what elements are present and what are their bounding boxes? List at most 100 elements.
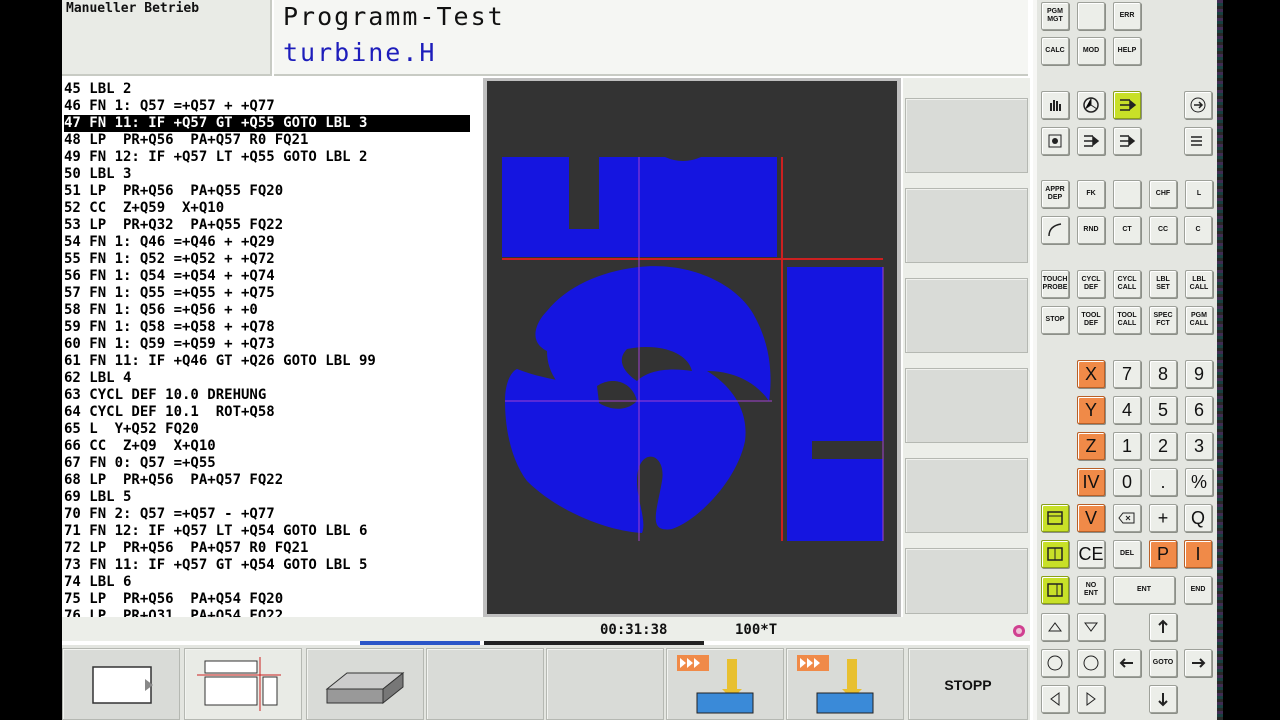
softkey-right-icon[interactable] <box>1077 685 1105 713</box>
program-line[interactable]: 72 LP PR+Q56 PA+Q57 R0 FQ21 <box>64 540 470 557</box>
digit-key[interactable]: 3 <box>1185 432 1213 460</box>
softkey-left-icon[interactable] <box>1041 685 1069 713</box>
digit-key[interactable]: 2 <box>1149 432 1177 460</box>
program-line[interactable]: 53 LP PR+Q32 PA+Q55 FQ22 <box>64 217 470 234</box>
arrow-up-icon[interactable] <box>1149 613 1177 641</box>
program-line[interactable]: 75 LP PR+Q56 PA+Q54 FQ20 <box>64 591 470 608</box>
key-top-1[interactable] <box>1077 2 1105 30</box>
program-line[interactable]: 52 CC Z+Q59 X+Q10 <box>64 200 470 217</box>
key-cycl2-1[interactable]: TOOL DEF <box>1077 306 1105 334</box>
program-line[interactable]: 61 FN 11: IF +Q46 GT +Q26 GOTO LBL 99 <box>64 353 470 370</box>
axis-key-z[interactable]: Z <box>1077 432 1105 460</box>
arrow-right-icon[interactable] <box>1184 649 1212 677</box>
program-line[interactable]: 54 FN 1: Q46 =+Q46 + +Q29 <box>64 234 470 251</box>
page-up-icon[interactable] <box>1041 613 1069 641</box>
program-line[interactable]: 67 FN 0: Q57 =+Q55 <box>64 455 470 472</box>
program-line[interactable]: 66 CC Z+Q9 X+Q10 <box>64 438 470 455</box>
digit-key[interactable]: 8 <box>1149 360 1177 388</box>
program-line[interactable]: 50 LBL 3 <box>64 166 470 183</box>
digit-key[interactable]: 9 <box>1185 360 1213 388</box>
i-key[interactable]: I <box>1184 540 1212 568</box>
key-path2-3[interactable]: C <box>1184 216 1212 244</box>
softkey-view-three-planes[interactable] <box>184 648 302 720</box>
key-cycl-4[interactable]: LBL CALL <box>1185 270 1213 298</box>
positioning-mdi-icon[interactable] <box>1113 91 1141 119</box>
key-cycl-2[interactable]: CYCL CALL <box>1113 270 1141 298</box>
no-ent-key[interactable]: NO ENT <box>1077 576 1105 604</box>
program-edit-icon[interactable] <box>1041 127 1069 155</box>
program-line[interactable]: 45 LBL 2 <box>64 81 470 98</box>
key-top2-1[interactable]: MOD <box>1077 37 1105 65</box>
plus-key[interactable]: + <box>1149 504 1177 532</box>
softkey-view-single[interactable] <box>62 648 180 720</box>
key-cycl2-3[interactable]: SPEC FCT <box>1149 306 1177 334</box>
program-listing[interactable]: 45 LBL 2 46 FN 1: Q57 =+Q57 + +Q77 47 FN 1… <box>62 78 480 638</box>
program-line[interactable]: 46 FN 1: Q57 =+Q57 + +Q77 <box>64 98 470 115</box>
key-cycl-1[interactable]: CYCL DEF <box>1077 270 1105 298</box>
test-run-icon[interactable] <box>1184 127 1212 155</box>
key-path-3[interactable]: CHF <box>1149 180 1177 208</box>
key-top2-2[interactable]: HELP <box>1113 37 1141 65</box>
split-screen-icon[interactable] <box>1041 540 1069 568</box>
softkey-run-single-block[interactable] <box>666 648 784 720</box>
program-line[interactable]: 58 FN 1: Q56 =+Q56 + +0 <box>64 302 470 319</box>
key-path2-2[interactable]: CC <box>1149 216 1177 244</box>
full-sequence-icon[interactable] <box>1113 127 1141 155</box>
ce-key[interactable]: CE <box>1077 540 1105 568</box>
program-line[interactable]: 69 LBL 5 <box>64 489 470 506</box>
digit-key[interactable]: % <box>1185 468 1213 496</box>
program-line[interactable]: 60 FN 1: Q59 =+Q59 + +Q73 <box>64 336 470 353</box>
goto-key[interactable]: GOTO <box>1149 649 1177 677</box>
page-down-icon[interactable] <box>1077 613 1105 641</box>
key-path-4[interactable]: L <box>1185 180 1213 208</box>
side-softkey-1[interactable] <box>905 98 1028 173</box>
side-softkey-4[interactable] <box>905 368 1028 443</box>
manual-operation-icon[interactable] <box>1041 91 1069 119</box>
program-line-active[interactable]: 47 FN 11: IF +Q57 GT +Q55 GOTO LBL 3 <box>64 115 470 132</box>
softkey-run-full[interactable] <box>786 648 904 720</box>
program-line[interactable]: 64 CYCL DEF 10.1 ROT+Q58 <box>64 404 470 421</box>
digit-key[interactable]: . <box>1149 468 1177 496</box>
side-softkey-5[interactable] <box>905 458 1028 533</box>
digit-key[interactable]: 0 <box>1113 468 1141 496</box>
end-key[interactable]: END <box>1184 576 1212 604</box>
program-line[interactable]: 51 LP PR+Q56 PA+Q55 FQ20 <box>64 183 470 200</box>
program-line[interactable]: 57 FN 1: Q55 =+Q55 + +Q75 <box>64 285 470 302</box>
q-key[interactable]: Q <box>1184 504 1212 532</box>
digit-key[interactable]: 6 <box>1185 396 1213 424</box>
digit-key[interactable]: 4 <box>1113 396 1141 424</box>
axis-key-v[interactable]: V <box>1077 504 1105 532</box>
side-softkey-6[interactable] <box>905 548 1028 614</box>
axis-key-y[interactable]: Y <box>1077 396 1105 424</box>
key-top-2[interactable]: ERR <box>1113 2 1141 30</box>
program-line[interactable]: 49 FN 12: IF +Q57 LT +Q55 GOTO LBL 2 <box>64 149 470 166</box>
arrow-left-icon[interactable] <box>1113 649 1141 677</box>
program-line[interactable]: 71 FN 12: IF +Q57 LT +Q54 GOTO LBL 6 <box>64 523 470 540</box>
digit-key[interactable]: 1 <box>1113 432 1141 460</box>
previous-window-icon[interactable] <box>1041 649 1069 677</box>
key-cycl-3[interactable]: LBL SET <box>1149 270 1177 298</box>
key-path-1[interactable]: FK <box>1077 180 1105 208</box>
del-key[interactable]: DEL <box>1113 540 1141 568</box>
program-run-icon[interactable] <box>1184 91 1212 119</box>
arrow-down-icon[interactable] <box>1149 685 1177 713</box>
softkey-empty-1[interactable] <box>426 648 544 720</box>
side-softkey-2[interactable] <box>905 188 1028 263</box>
softkey-empty-2[interactable] <box>546 648 664 720</box>
program-line[interactable]: 65 L Y+Q52 FQ20 <box>64 421 470 438</box>
ent-key[interactable]: ENT <box>1113 576 1175 604</box>
key-path2-0[interactable]: RND <box>1077 216 1105 244</box>
program-line[interactable]: 59 FN 1: Q58 =+Q58 + +Q78 <box>64 319 470 336</box>
backspace-icon[interactable] <box>1113 504 1141 532</box>
softkey-switch-icon[interactable] <box>1041 576 1069 604</box>
program-line[interactable]: 68 LP PR+Q56 PA+Q57 FQ22 <box>64 472 470 489</box>
next-window-icon[interactable] <box>1077 649 1105 677</box>
single-block-icon[interactable] <box>1077 127 1105 155</box>
program-line[interactable]: 55 FN 1: Q52 =+Q52 + +Q72 <box>64 251 470 268</box>
program-line[interactable]: 48 LP PR+Q56 PA+Q57 R0 FQ21 <box>64 132 470 149</box>
program-line[interactable]: 63 CYCL DEF 10.0 DREHUNG <box>64 387 470 404</box>
p-key[interactable]: P <box>1149 540 1177 568</box>
digit-key[interactable]: 7 <box>1113 360 1141 388</box>
digit-key[interactable]: 5 <box>1149 396 1177 424</box>
program-line[interactable]: 70 FN 2: Q57 =+Q57 - +Q77 <box>64 506 470 523</box>
